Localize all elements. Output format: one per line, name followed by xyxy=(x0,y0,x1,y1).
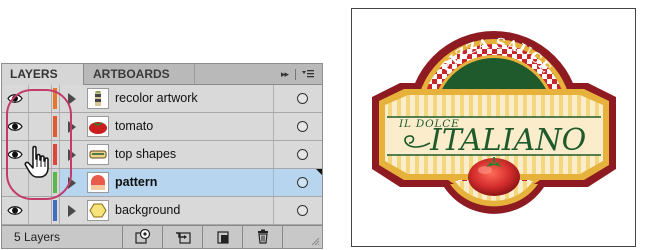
panel-menu-icon[interactable] xyxy=(301,67,315,81)
lock-toggle[interactable] xyxy=(28,197,52,224)
expand-triangle-icon[interactable] xyxy=(68,121,76,133)
layer-color-swatch xyxy=(53,116,57,137)
new-layer-icon xyxy=(217,231,229,244)
collapse-panel-icon[interactable]: ▸▸ xyxy=(281,64,289,84)
target-circle-icon[interactable] xyxy=(297,121,308,132)
tab-layers[interactable]: LAYERS xyxy=(2,64,84,85)
row-divider xyxy=(273,113,278,140)
row-divider xyxy=(273,141,278,168)
target-circle-icon[interactable] xyxy=(297,205,308,216)
layer-row-tomato[interactable]: tomato xyxy=(2,113,322,141)
target-circle-icon[interactable] xyxy=(297,149,308,160)
make-clipping-mask-button[interactable] xyxy=(123,226,163,248)
lock-toggle[interactable] xyxy=(28,113,52,140)
layer-row-body[interactable]: background xyxy=(59,197,322,224)
selection-indicator xyxy=(316,169,322,175)
create-sublayer-button[interactable] xyxy=(163,226,203,248)
trash-icon xyxy=(258,229,268,244)
tab-separator xyxy=(295,69,296,80)
layer-row-body[interactable]: top shapes xyxy=(59,141,322,168)
hand-cursor-icon xyxy=(24,145,49,178)
layer-thumbnail xyxy=(87,172,109,193)
pizza-sauce-label-artwork: PIZZA SAUCE IL DOLCE ITALIANO xyxy=(372,31,616,214)
layer-name[interactable]: background xyxy=(115,197,180,224)
layer-name[interactable]: recolor artwork xyxy=(115,85,198,112)
new-layer-button[interactable] xyxy=(203,226,243,248)
eye-icon xyxy=(7,122,23,131)
visibility-toggle[interactable] xyxy=(2,197,29,224)
row-divider xyxy=(273,169,278,196)
layer-count-label: 5 Layers xyxy=(2,226,123,248)
row-divider xyxy=(273,197,278,224)
layer-thumbnail xyxy=(87,200,109,221)
panel-tab-bar: LAYERS ARTBOARDS ▸▸ xyxy=(2,64,322,85)
italiano-text: ITALIANO xyxy=(429,123,586,158)
expand-triangle-icon[interactable] xyxy=(68,149,76,161)
target-circle-icon[interactable] xyxy=(297,177,308,188)
layer-color-swatch xyxy=(53,200,57,221)
tab-artboards[interactable]: ARTBOARDS xyxy=(85,64,195,84)
layer-name[interactable]: tomato xyxy=(115,113,153,140)
eye-icon xyxy=(7,94,23,103)
visibility-toggle[interactable] xyxy=(2,113,29,140)
artboard[interactable]: PIZZA SAUCE IL DOLCE ITALIANO xyxy=(351,8,636,247)
layer-name[interactable]: pattern xyxy=(115,169,157,196)
make-clipping-mask-icon xyxy=(135,229,151,244)
expand-triangle-icon[interactable] xyxy=(68,177,76,189)
layer-color-swatch xyxy=(53,88,57,109)
visibility-toggle[interactable] xyxy=(2,85,29,112)
layer-name[interactable]: top shapes xyxy=(115,141,176,168)
layer-thumbnail xyxy=(87,144,109,165)
row-divider xyxy=(273,85,278,112)
layer-color-swatch xyxy=(53,172,57,193)
layer-row-background[interactable]: background xyxy=(2,197,322,225)
eye-icon xyxy=(7,150,23,159)
layer-row-body[interactable]: tomato xyxy=(59,113,322,140)
create-sublayer-icon xyxy=(176,232,191,244)
expand-triangle-icon[interactable] xyxy=(68,205,76,217)
delete-layer-button[interactable] xyxy=(243,226,283,248)
layer-color-swatch xyxy=(53,144,57,165)
eye-icon xyxy=(7,206,23,215)
expand-triangle-icon[interactable] xyxy=(68,93,76,105)
lock-toggle[interactable] xyxy=(28,85,52,112)
layer-thumbnail xyxy=(87,88,109,109)
panel-footer: 5 Layers xyxy=(2,225,322,248)
layer-row-body[interactable]: recolor artwork xyxy=(59,85,322,112)
layer-row-recolor-artwork[interactable]: recolor artwork xyxy=(2,85,322,113)
resize-grip-icon[interactable] xyxy=(310,236,320,246)
layer-thumbnail xyxy=(87,116,109,137)
layer-row-body[interactable]: pattern xyxy=(59,169,322,196)
target-circle-icon[interactable] xyxy=(297,93,308,104)
